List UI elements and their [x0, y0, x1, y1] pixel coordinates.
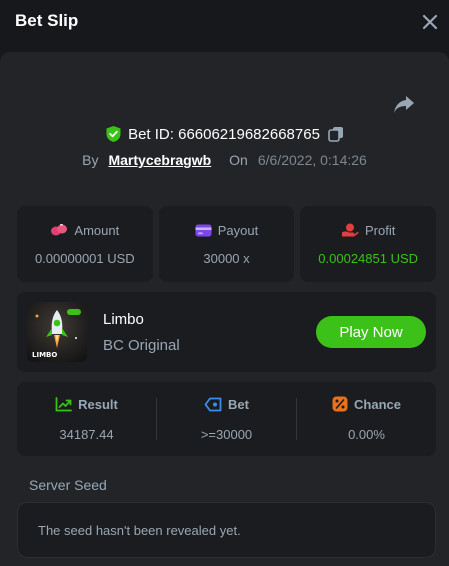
detail-result: Result 34187.44 [17, 397, 156, 442]
hand-coin-icon [342, 223, 359, 237]
stat-payout-value: 30000 x [203, 250, 250, 266]
bet-details: Result 34187.44 Bet >=30000 Chance 0.00% [17, 382, 436, 456]
detail-bet-value: >=30000 [200, 426, 253, 442]
stat-profit-value: 0.00024851 USD [318, 250, 419, 266]
bet-id: Bet ID: 666062196826687​65 [128, 125, 320, 143]
stat-payout: Payout 30000 x [158, 206, 295, 282]
username-link[interactable]: Martycebragwb [108, 152, 211, 168]
bet-stats: Amount 0.00000001 USD Payout 30000 x Pro… [17, 206, 437, 282]
modal-title: Bet Slip [15, 11, 79, 30]
detail-result-value: 34187.44 [59, 426, 114, 442]
server-seed-message: The seed hasn't been revealed yet. [38, 523, 241, 538]
stat-amount: Amount 0.00000001 USD [17, 206, 153, 282]
stat-profit-label: Profit [365, 222, 396, 238]
stat-amount-label: Amount [74, 222, 120, 238]
bet-meta-row: By Martycebragwb On 6/6/2022, 0:14:26 [0, 149, 449, 171]
coins-icon [51, 224, 68, 236]
detail-bet-label: Bet [228, 396, 249, 412]
card-icon [195, 224, 212, 236]
server-seed-title: Server Seed [29, 477, 107, 493]
chart-up-icon [55, 396, 73, 411]
detail-chance-label: Chance [354, 396, 401, 412]
by-label: By [82, 152, 99, 168]
ticket-icon [204, 397, 222, 411]
game-subtitle: BC Original [103, 337, 180, 354]
stat-profit: Profit 0.00024851 USD [300, 206, 437, 282]
game-thumbnail-label: LIMBO [32, 351, 58, 359]
share-icon[interactable] [393, 94, 415, 114]
on-label: On [229, 152, 248, 168]
detail-chance: Chance 0.00% [297, 396, 436, 442]
game-thumbnail[interactable]: LIMBO [27, 302, 87, 362]
bet-date: 6/6/2022, 0:14:26 [257, 152, 367, 168]
verified-shield-icon [106, 126, 121, 142]
detail-result-label: Result [78, 396, 118, 412]
detail-bet: Bet >=30000 [157, 397, 296, 442]
detail-chance-value: 0.00% [348, 427, 385, 442]
game-name: Limbo [103, 311, 144, 328]
close-icon[interactable] [420, 12, 440, 32]
stat-amount-value: 0.00000001 USD [34, 250, 135, 266]
play-now-button[interactable]: Play Now [316, 316, 426, 348]
stat-payout-label: Payout [217, 222, 259, 238]
percent-icon [332, 396, 348, 412]
header: Bet Slip [0, 0, 449, 52]
copy-icon[interactable] [328, 126, 344, 142]
server-seed-box: The seed hasn't been revealed yet. [17, 502, 436, 558]
bet-id-row: Bet ID: 666062196826687​65 [0, 122, 449, 146]
game-card: LIMBO Limbo BC Original Play Now [17, 292, 436, 372]
